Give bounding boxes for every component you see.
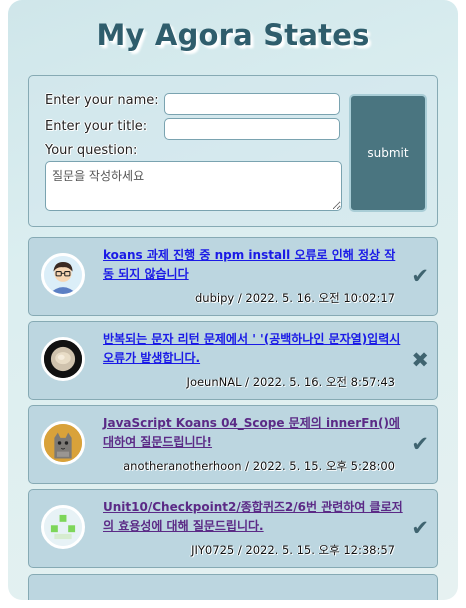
discussion-meta: JIY0725 / 2022. 5. 15. 오후 12:38:57	[191, 543, 395, 557]
discussion-meta: dubipy / 2022. 5. 16. 오전 10:02:17	[195, 291, 395, 305]
question-form: Enter your name: Enter your title: Your …	[28, 75, 438, 227]
discussion-item: 반복되는 문자 리턴 문제에서 ' '(공백하나인 문자열)입력시 오류가 발생…	[28, 321, 438, 400]
page-title: My Agora States	[96, 18, 370, 52]
discussion-item: JavaScript Koans 04_Scope 문제의 innerFn()에…	[28, 405, 438, 484]
cat-avatar-icon	[41, 421, 85, 465]
title-input[interactable]	[164, 118, 340, 140]
answered-check-icon: ✔	[411, 516, 429, 540]
discussion-title-link[interactable]: Unit10/Checkpoint2/종합퀴즈2/6번 관련하여 클로저의 효용…	[103, 498, 403, 536]
discussion-item: koans 과제 진행 중 npm install 오류로 인해 정상 작동 되…	[28, 237, 438, 316]
discussion-title-link[interactable]: JavaScript Koans 04_Scope 문제의 innerFn()에…	[103, 414, 403, 452]
answered-check-icon: ✔	[411, 432, 429, 456]
discussion-meta: JoeunNAL / 2022. 5. 16. 오전 8:57:43	[186, 375, 395, 389]
discussion-item	[28, 574, 438, 600]
discussion-title-link[interactable]: koans 과제 진행 중 npm install 오류로 인해 정상 작동 되…	[103, 246, 403, 284]
app-container: My Agora States Enter your name: Enter y…	[8, 0, 458, 600]
unanswered-x-icon: ✖	[411, 348, 429, 372]
green-blob-avatar-icon	[41, 505, 85, 549]
question-label: Your question:	[45, 143, 138, 158]
discussion-meta: anotheranotherhoon / 2022. 5. 15. 오후 5:2…	[123, 459, 395, 473]
name-input[interactable]	[164, 93, 340, 115]
food-photo-avatar-icon	[41, 337, 85, 381]
boy-with-glasses-avatar-icon	[41, 253, 85, 297]
answered-check-icon: ✔	[411, 264, 429, 288]
discussion-item: Unit10/Checkpoint2/종합퀴즈2/6번 관련하여 클로저의 효용…	[28, 489, 438, 568]
title-label: Enter your title:	[45, 119, 148, 134]
discussion-title-link[interactable]: 반복되는 문자 리턴 문제에서 ' '(공백하나인 문자열)입력시 오류가 발생…	[103, 330, 403, 368]
name-label: Enter your name:	[45, 93, 159, 108]
submit-button[interactable]: submit	[349, 94, 427, 212]
question-textarea[interactable]	[45, 161, 342, 211]
